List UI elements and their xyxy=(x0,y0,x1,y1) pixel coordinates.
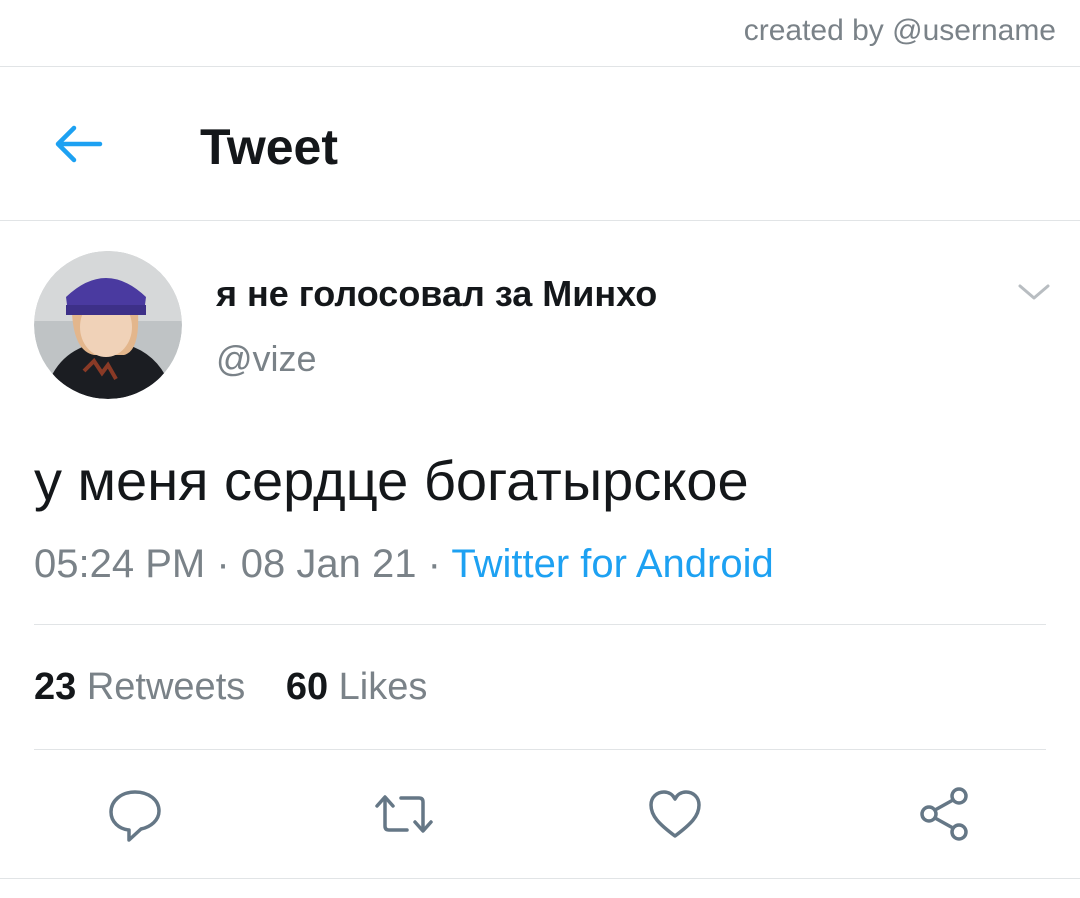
reply-button[interactable] xyxy=(105,784,165,844)
tweet-date: 08 Jan 21 xyxy=(240,542,417,586)
retweets-count: 23 xyxy=(34,666,77,708)
tweet-source-link[interactable]: Twitter for Android xyxy=(451,542,773,586)
meta-separator: · xyxy=(216,542,230,586)
tweet-meta: 05:24 PM · 08 Jan 21 · Twitter for Andro… xyxy=(34,542,774,587)
watermark-credit: created by @username xyxy=(743,14,1056,47)
header-divider xyxy=(0,220,1080,221)
author-display-name[interactable]: я не голосовал за Минхо xyxy=(216,273,657,315)
stats-bottom-divider xyxy=(34,749,1046,750)
retweets-label: Retweets xyxy=(86,666,246,708)
bottom-divider xyxy=(0,878,1080,879)
chevron-down-icon xyxy=(1018,284,1050,300)
profile-photo xyxy=(34,251,182,399)
retweets-stat[interactable]: 23 Retweets xyxy=(34,666,245,708)
reply-icon xyxy=(109,790,161,842)
likes-label: Likes xyxy=(338,666,428,708)
tweet-text: у меня сердце богатырское xyxy=(34,449,749,512)
author-handle[interactable]: @vize xyxy=(216,338,317,380)
like-icon xyxy=(649,790,701,838)
like-button[interactable] xyxy=(645,784,705,844)
header-bar: Tweet xyxy=(0,68,1080,220)
likes-stat[interactable]: 60 Likes xyxy=(286,666,428,708)
more-options-button[interactable] xyxy=(1014,278,1054,306)
share-button[interactable] xyxy=(915,784,975,844)
top-divider xyxy=(0,66,1080,67)
page-title: Tweet xyxy=(200,119,338,175)
retweet-icon xyxy=(375,795,433,833)
tweet-time: 05:24 PM xyxy=(34,542,206,586)
stats-top-divider xyxy=(34,624,1046,625)
arrow-left-icon xyxy=(55,125,103,163)
tweet-stats: 23 Retweets 60 Likes xyxy=(34,666,457,709)
share-icon xyxy=(920,787,968,841)
avatar[interactable] xyxy=(34,251,182,399)
likes-count: 60 xyxy=(285,666,329,708)
retweet-button[interactable] xyxy=(375,784,435,844)
back-button[interactable] xyxy=(48,122,108,166)
meta-separator: · xyxy=(427,542,441,586)
